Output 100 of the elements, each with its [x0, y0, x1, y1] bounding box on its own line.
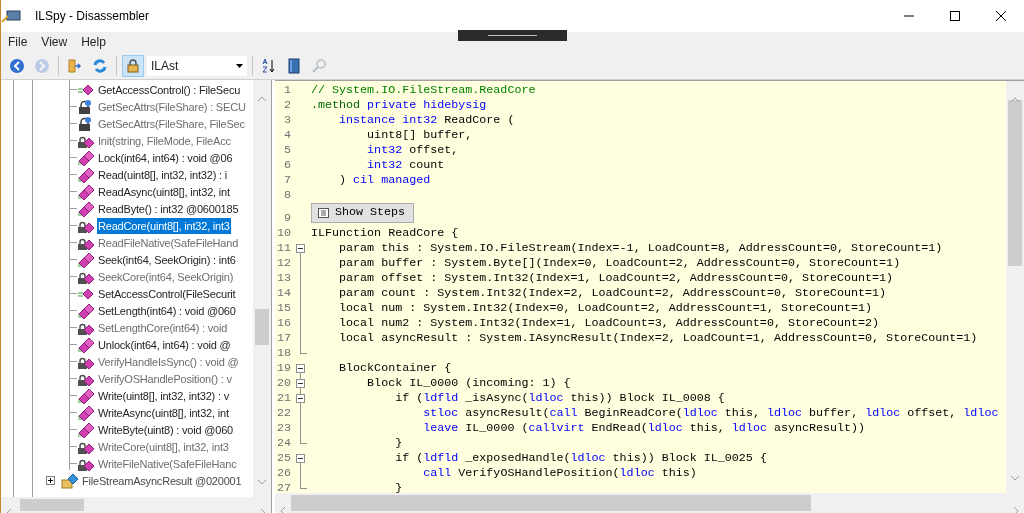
tree-item[interactable]: SeekCore(int64, SeekOrigin) — [97, 268, 235, 285]
list-icon — [318, 208, 329, 218]
tree-item[interactable]: VerifyHandleIsSync() : void @ — [97, 353, 240, 370]
line-number: 22 — [275, 406, 291, 421]
tree-item[interactable]: Lock(int64, int64) : void @06 — [97, 149, 234, 166]
maximize-icon[interactable] — [949, 10, 961, 22]
tree-item[interactable]: WriteCore(uint8[], int32, int3 — [97, 438, 230, 455]
menu-item[interactable]: File — [1, 33, 35, 51]
tree-item[interactable]: ReadAsync(uint8[], int32, int — [97, 183, 231, 200]
line-number: 9 — [283, 211, 291, 226]
code-line: } — [394, 481, 403, 493]
stacked-diamond-icon — [77, 200, 95, 217]
tree-item[interactable]: ReadCore(uint8[], int32, int3 — [97, 217, 231, 234]
tree-connector — [69, 157, 77, 158]
tree-item[interactable]: WriteAsync(uint8[], int32, int — [97, 404, 230, 421]
tree-item[interactable]: WriteByte(uint8) : void @060 — [97, 421, 234, 438]
tree-item[interactable]: Read(uint8[], int32, int32) : i — [97, 166, 228, 183]
line-number: 14 — [275, 286, 291, 301]
line-number: 27 — [275, 481, 291, 493]
line-number: 10 — [275, 226, 291, 241]
vertical-scrollbar[interactable] — [1006, 81, 1024, 493]
code-line: stloc asyncResult(call BeginReadCore(ldloc this, ldloc buffer, ldloc offset, ldloc — [422, 406, 999, 421]
scroll-up-icon[interactable] — [1010, 96, 1020, 103]
scrollbar-thumb[interactable] — [255, 309, 269, 345]
line-number: 21 — [275, 391, 291, 406]
line-number: 4 — [283, 128, 291, 143]
stacked-diamond-icon — [77, 302, 95, 319]
expand-icon[interactable] — [46, 476, 55, 485]
tree-item[interactable]: ReadByte() : int32 @0600185 — [97, 200, 240, 217]
menu-item[interactable]: View — [34, 33, 75, 51]
scrollbar-thumb[interactable] — [20, 499, 84, 511]
tree-item[interactable]: FileStreamAsyncResult @020001 — [81, 472, 243, 489]
stacked-diamond-icon — [77, 387, 95, 404]
tree-item[interactable]: Write(uint8[], int32, int32) : v — [97, 387, 230, 404]
tree-connector — [69, 106, 77, 107]
code-line: local num : System.Int32(Index=0, LoadCount=2, AddressCount=1, StoreCount=1) — [338, 301, 873, 316]
stacked-diamond-icon — [77, 421, 95, 438]
collapse-icon[interactable] — [296, 454, 305, 463]
tree-item[interactable]: VerifyOSHandlePosition() : v — [97, 370, 233, 387]
tree-item[interactable]: WriteFileNative(SafeFileHanc — [97, 455, 238, 472]
tree-connector — [69, 378, 77, 379]
collapse-icon[interactable] — [296, 364, 305, 373]
horizontal-scrollbar[interactable] — [1, 497, 271, 513]
tree-item[interactable]: Unlock(int64, int64) : void @ — [97, 336, 232, 353]
tree-item[interactable]: GetSecAttrs(FileShare, FileSec — [97, 115, 246, 132]
tree-connector — [69, 412, 77, 413]
tree-connector — [69, 140, 77, 141]
code-line: call VerifyOSHandlePosition(ldloc this) — [422, 466, 697, 481]
tree-item[interactable]: GetSecAttrs(FileShare) : SECU — [97, 98, 247, 115]
code-line: param buffer : System.Byte[](Index=0, LoadCount=2, AddressCount=0, StoreCount=1) — [338, 256, 901, 271]
close-icon[interactable] — [995, 10, 1007, 22]
code-line: if (ldfld _isAsync(ldloc this)) Block IL_0008 { — [394, 391, 725, 406]
tree-connector — [69, 361, 77, 362]
class-icon — [61, 472, 79, 489]
line-number: 17 — [275, 331, 291, 346]
window-title: ILSpy - Disassembler — [35, 8, 150, 25]
line-number: 3 — [283, 113, 291, 128]
scroll-down-icon[interactable] — [1010, 474, 1020, 481]
tree-item[interactable]: ReadFileNative(SafeFileHand — [97, 234, 240, 251]
collapse-icon[interactable] — [296, 244, 305, 253]
menu-item[interactable]: Help — [74, 33, 113, 51]
tree-connector — [69, 225, 77, 226]
scrollbar-thumb[interactable] — [1008, 100, 1022, 266]
line-number: 6 — [283, 158, 291, 173]
view-dropdown[interactable]: ILAst — [147, 55, 247, 76]
tree-item[interactable]: Seek(int64, SeekOrigin) : int6 — [97, 251, 237, 268]
tree-connector — [69, 191, 77, 192]
line-number: 19 — [275, 361, 291, 376]
tree-connector — [69, 259, 77, 260]
show-steps-button[interactable]: Show Steps — [311, 203, 415, 223]
line-number: 20 — [275, 376, 291, 391]
tree-connector — [69, 293, 77, 294]
tree-connector — [69, 327, 77, 328]
code-line: leave IL_0000 (callvirt EndRead(ldloc this, ldloc asyncResult)) — [422, 421, 866, 436]
code-line: local num2 : System.Int32(Index=1, LoadCount=3, AddressCount=0, StoreCount=2) — [338, 316, 880, 331]
caret-icon[interactable] — [236, 63, 243, 68]
scrollbar-thumb[interactable] — [291, 495, 811, 511]
tree-item[interactable]: SetLength(int64) : void @060 — [97, 302, 237, 319]
tree-connector — [69, 446, 77, 447]
code-line: uint8[] buffer, — [366, 128, 473, 143]
line-number: 23 — [275, 421, 291, 436]
tree-connector — [69, 310, 77, 311]
horizontal-scrollbar[interactable] — [275, 493, 1024, 513]
collapse-icon[interactable] — [296, 379, 305, 388]
collapse-icon[interactable] — [296, 394, 305, 403]
tree-connector — [69, 208, 77, 209]
drag-handle[interactable] — [458, 30, 567, 41]
tree-item[interactable]: Init(string, FileMode, FileAcc — [97, 132, 232, 149]
scroll-down-icon[interactable] — [257, 478, 267, 485]
tree-item[interactable]: GetAccessControl() : FileSecu — [97, 81, 242, 98]
stacked-diamond-icon — [77, 149, 95, 166]
tree-connector — [69, 123, 77, 124]
tree-item[interactable]: SetLengthCore(int64) : void — [97, 319, 229, 336]
code-line: param this : System.IO.FileStream(Index=-1, LoadCount=8, AddressCount=0, StoreCount=1) — [338, 241, 943, 256]
tree-item[interactable]: SetAccessControl(FileSecurit — [97, 285, 237, 302]
vertical-scrollbar[interactable] — [253, 80, 271, 497]
tree-connector — [69, 463, 77, 464]
line-number: 12 — [275, 256, 291, 271]
line-number: 16 — [275, 316, 291, 331]
scroll-up-icon[interactable] — [257, 95, 267, 102]
